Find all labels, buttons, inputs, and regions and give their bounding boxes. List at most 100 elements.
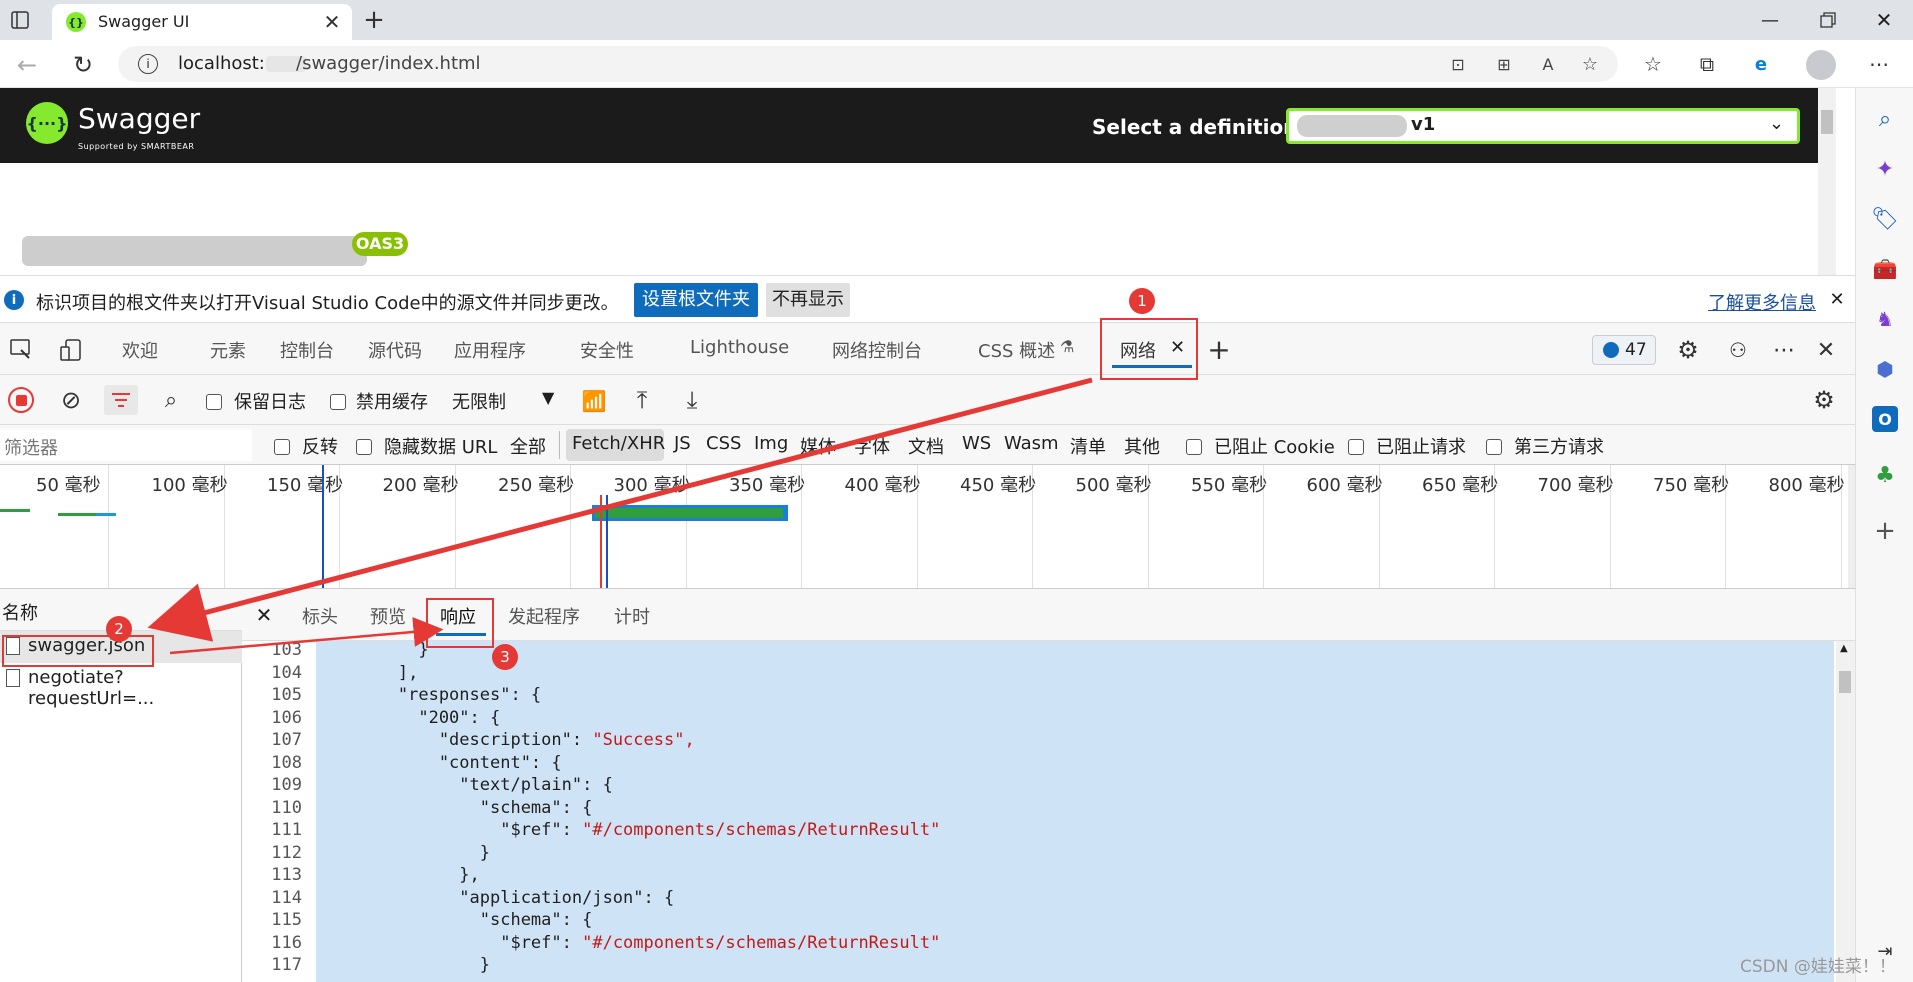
invert-checkbox[interactable] (274, 436, 290, 457)
filter-type-fetch-xhr[interactable]: Fetch/XHR (566, 429, 665, 461)
devtools-tab[interactable]: 安全性 (580, 337, 634, 363)
code-scroll-thumb[interactable] (1839, 671, 1851, 693)
preserve-log-checkbox[interactable] (206, 391, 222, 412)
record-stop-icon[interactable] (8, 387, 34, 413)
code-scrollbar[interactable]: ▲ (1836, 641, 1855, 982)
learn-more-link[interactable]: 了解更多信息 (1708, 289, 1816, 315)
filter-type-manifest[interactable]: 清单 (1070, 433, 1106, 459)
export-har-icon[interactable]: ⤓ (678, 385, 706, 415)
office-icon[interactable]: ⬢ (1872, 356, 1898, 382)
filter-type-ws[interactable]: WS (962, 433, 991, 454)
reload-icon[interactable]: ↻ (70, 51, 96, 79)
url-field[interactable]: i localhost: /swagger/index.html ⊡ ⊞ A ☆ (118, 46, 1618, 82)
request-row-negotiate[interactable]: negotiate?requestUrl=... (0, 663, 242, 709)
tab-initiator[interactable]: 发起程序 (508, 603, 580, 629)
inspect-element-icon[interactable] (8, 337, 34, 363)
filter-toggle-icon[interactable] (104, 385, 138, 415)
third-party-checkbox[interactable] (1486, 436, 1502, 457)
filter-type-media[interactable]: 媒体 (800, 433, 836, 459)
swagger-header: {···} Swagger Supported by SMARTBEAR Sel… (0, 88, 1836, 163)
blocked-requests-checkbox[interactable] (1348, 436, 1364, 457)
read-aloud-icon[interactable]: A (1536, 53, 1560, 75)
filter-type-doc[interactable]: 文档 (908, 433, 944, 459)
info-close-icon[interactable]: ✕ (1826, 288, 1848, 310)
favorites-icon[interactable]: ☆ (1640, 51, 1666, 77)
settings-more-icon[interactable]: ⋯ (1866, 51, 1892, 77)
devtools-tab[interactable]: 欢迎 (122, 337, 158, 363)
sidebar-search-icon[interactable]: ⌕ (1872, 106, 1898, 132)
line-number-gutter: 103 104 105 106 107 108 109 110 111 112 113 114 115 1… (242, 640, 316, 982)
devtools-tab[interactable]: CSS 概述 (978, 337, 1055, 363)
definition-select[interactable]: v1 ⌄ (1286, 108, 1800, 144)
throttle-select[interactable]: 无限制 ▼ (448, 383, 560, 417)
tab-timing[interactable]: 计时 (614, 603, 650, 629)
devtools-tab[interactable]: 网络控制台 (832, 337, 922, 363)
timeline-scroll[interactable] (1848, 465, 1855, 588)
drop-tree-icon[interactable]: ♣ (1872, 462, 1898, 488)
more-tools-plus-icon[interactable]: + (1206, 333, 1232, 366)
blocked-cookies-checkbox[interactable] (1186, 436, 1202, 457)
devtools-tab[interactable]: Lighthouse (690, 337, 789, 358)
device-emulation-icon[interactable] (58, 337, 84, 363)
page-scrollbar[interactable] (1818, 88, 1836, 275)
network-settings-icon[interactable]: ⚙ (1810, 386, 1838, 414)
filter-all[interactable]: 全部 (510, 433, 546, 459)
name-column-header[interactable]: 名称 (2, 599, 38, 625)
filter-type-other[interactable]: 其他 (1124, 433, 1160, 459)
devtools-settings-icon[interactable]: ⚙ (1674, 336, 1702, 364)
filter-input[interactable]: 筛选器 (0, 429, 252, 461)
devtools-tab[interactable]: 应用程序 (454, 337, 526, 363)
feedback-icon[interactable]: ⚇ (1724, 336, 1752, 364)
profile-avatar[interactable] (1806, 50, 1836, 80)
add-favorite-icon[interactable]: ☆ (1578, 53, 1602, 75)
close-devtools-icon[interactable]: ✕ (1812, 336, 1840, 364)
import-har-icon[interactable]: ⤒ (628, 385, 656, 415)
tab-actions-icon[interactable] (8, 8, 32, 32)
devtools-tab[interactable]: 元素 (210, 337, 246, 363)
set-root-folder-button[interactable]: 设置根文件夹 (634, 283, 758, 317)
browser-tab[interactable]: {} Swagger UI ✕ (52, 4, 352, 40)
line-number: 109 (271, 775, 302, 795)
response-code-view[interactable]: } ], "responses": { "200": { "descriptio… (316, 641, 1834, 982)
page-scroll-thumb[interactable] (1821, 110, 1833, 134)
hide-data-url-checkbox[interactable] (356, 436, 372, 457)
back-icon[interactable]: ← (14, 51, 40, 79)
shopping-tag-icon[interactable]: 🏷 (1871, 206, 1899, 232)
apps-grid-icon[interactable]: ⊞ (1492, 53, 1516, 75)
site-info-icon[interactable]: i (138, 54, 158, 74)
disable-cache-checkbox[interactable] (330, 391, 346, 412)
network-conditions-icon[interactable]: 📶 (580, 387, 608, 415)
swagger-logo-text: Swagger (78, 102, 201, 135)
timeline-tick-label: 800 毫秒 (1768, 475, 1845, 496)
network-overview-timeline[interactable]: 50 毫秒 100 毫秒 150 毫秒 200 毫秒 250 毫秒 300 毫秒 350 毫… (0, 465, 1855, 589)
close-tab-icon[interactable]: ✕ (320, 10, 344, 34)
issues-counter-button[interactable]: 47 (1592, 335, 1656, 365)
scroll-up-icon[interactable]: ▲ (1840, 643, 1848, 654)
dont-show-again-button[interactable]: 不再显示 (766, 283, 850, 317)
tab-preview[interactable]: 预览 (370, 603, 406, 629)
filter-type-img[interactable]: Img (754, 433, 788, 454)
edge-devtools-icon[interactable]: e (1748, 51, 1774, 77)
minimize-icon[interactable]: — (1758, 8, 1782, 32)
games-icon[interactable]: ♞ (1872, 306, 1898, 332)
new-tab-icon[interactable]: + (360, 5, 388, 35)
filter-type-css[interactable]: CSS (706, 433, 741, 454)
clear-log-icon[interactable]: ⊘ (58, 386, 84, 414)
restore-icon[interactable] (1816, 8, 1840, 32)
filter-type-font[interactable]: 字体 (854, 433, 890, 459)
filter-type-js[interactable]: JS (674, 433, 691, 454)
window-close-icon[interactable]: ✕ (1872, 8, 1896, 32)
filter-type-wasm[interactable]: Wasm (1004, 433, 1059, 454)
devtools-tab[interactable]: 控制台 (280, 337, 334, 363)
collections-icon[interactable]: ⧉ (1694, 51, 1720, 77)
devtools-more-icon[interactable]: ⋯ (1770, 336, 1798, 364)
copilot-icon[interactable]: ✦ (1872, 156, 1898, 182)
close-detail-icon[interactable]: ✕ (252, 603, 276, 627)
devtools-tab[interactable]: 源代码 (368, 337, 422, 363)
add-sidebar-app-icon[interactable]: + (1872, 516, 1898, 546)
app-available-icon[interactable]: ⊡ (1446, 53, 1470, 75)
tools-icon[interactable]: 🧰 (1872, 256, 1898, 282)
tab-headers[interactable]: 标头 (302, 603, 338, 629)
search-icon[interactable]: ⌕ (158, 387, 184, 413)
outlook-icon[interactable]: O (1872, 406, 1898, 432)
